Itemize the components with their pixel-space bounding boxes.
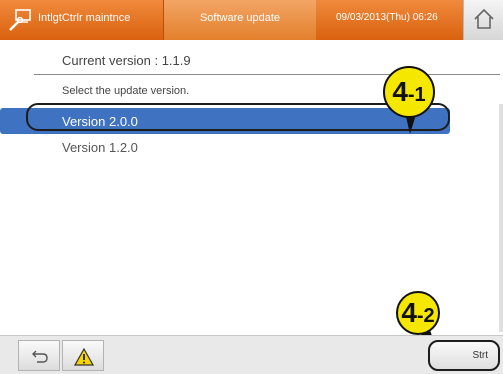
select-version-label: Select the update version.	[62, 85, 190, 97]
clock-area: 09/03/2013(Thu) 06:26	[316, 0, 463, 40]
maintenance-tab[interactable]: IntlgtCtrlr maintnce	[0, 0, 164, 40]
screen-title: Software update	[199, 12, 281, 24]
software-update-panel: Current version : 1.1.9 Select the updat…	[0, 40, 503, 335]
title-bar: IntlgtCtrlr maintnce Software update 09/…	[0, 0, 503, 40]
home-button[interactable]	[463, 0, 503, 40]
start-label: Strt	[472, 350, 488, 361]
back-arrow-icon	[32, 350, 48, 363]
list-scrollbar[interactable]	[499, 104, 503, 332]
callout-4-2: 4-2	[396, 291, 440, 335]
current-version-label: Current version : 1.1.9	[62, 53, 191, 68]
screen-title-area: Software update	[164, 0, 316, 40]
callout-4-1: 4-1	[383, 66, 435, 118]
divider	[34, 74, 500, 75]
warning-button[interactable]	[62, 340, 104, 371]
warning-icon	[74, 348, 94, 366]
back-button[interactable]	[18, 340, 60, 371]
callout-highlight-selected	[26, 103, 450, 131]
version-row-1-2-0[interactable]: Version 1.2.0	[0, 134, 450, 160]
maintenance-tool-icon	[9, 9, 31, 31]
app-title: IntlgtCtrlr maintnce	[38, 12, 131, 24]
version-label: Version 1.2.0	[62, 140, 138, 155]
footer-toolbar: Strt	[0, 335, 503, 374]
datetime-label: 09/03/2013(Thu) 06:26	[336, 12, 438, 23]
home-icon	[474, 8, 494, 29]
start-button[interactable]: Strt	[428, 340, 500, 371]
